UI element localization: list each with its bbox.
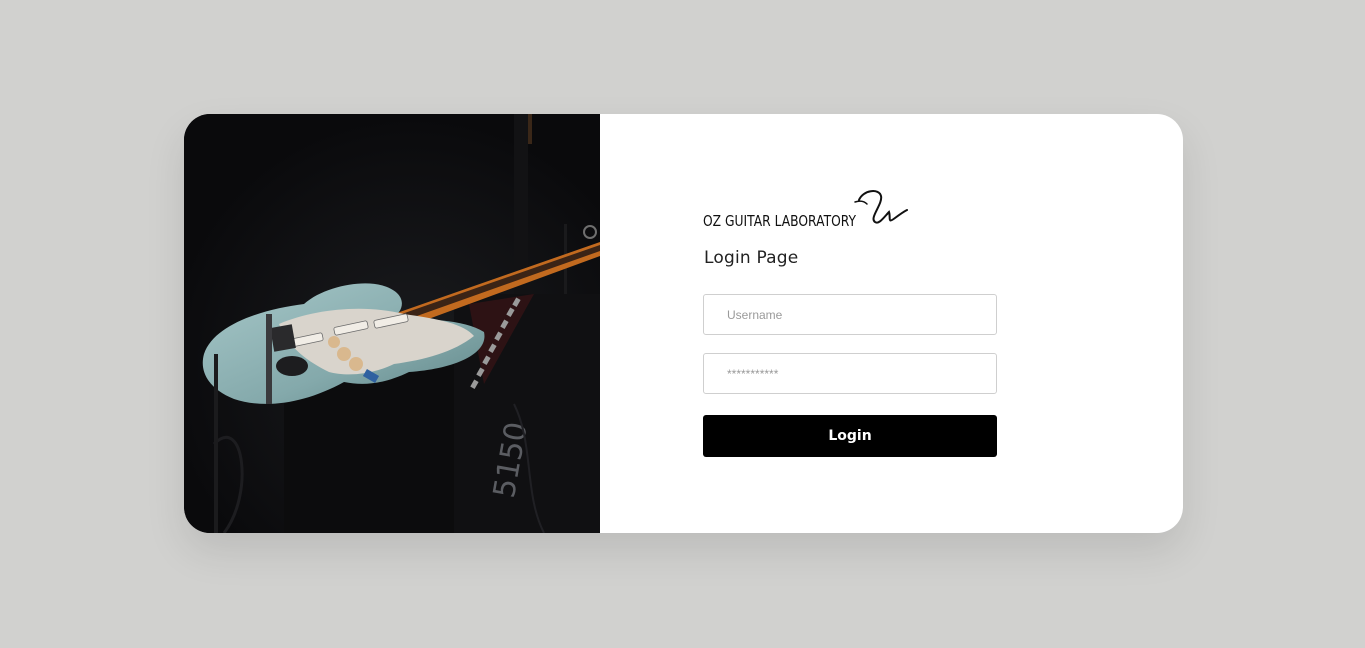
electric-guitar-photo-icon: 5150 <box>184 114 600 533</box>
password-input[interactable] <box>703 353 997 394</box>
login-card: 5150 OZ GUITAR LABORATORY Login Page Use… <box>184 114 1183 533</box>
login-button[interactable]: Login <box>703 415 997 457</box>
brand-logo: OZ GUITAR LABORATORY <box>703 188 913 234</box>
guitar-photo: 5150 <box>184 114 600 533</box>
username-input[interactable] <box>703 294 997 335</box>
login-form-pane: OZ GUITAR LABORATORY Login Page Login <box>600 114 1183 533</box>
page-title: Login Page <box>704 248 799 268</box>
brand-name: OZ GUITAR LABORATORY <box>703 212 857 230</box>
signature-mark-icon <box>854 190 908 224</box>
